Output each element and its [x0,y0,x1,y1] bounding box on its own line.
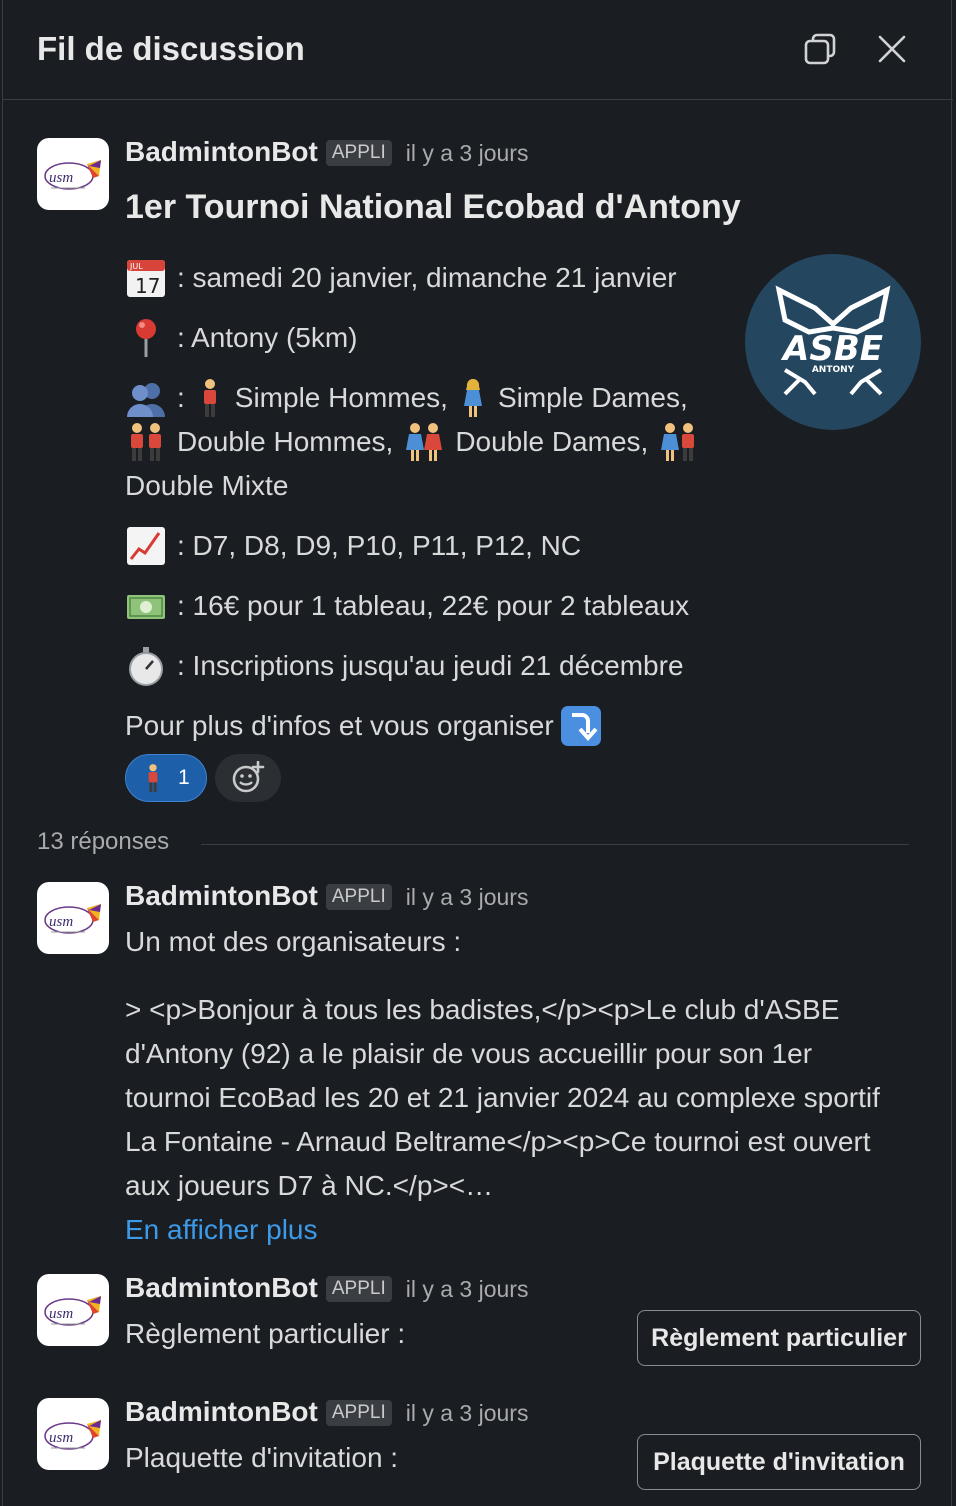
registration-line: : Inscriptions jusqu'au jeudi 21 décembr… [125,644,684,688]
date-line: JUL 17 : samedi 20 janvier, dimanche 21 … [125,256,677,300]
man-icon [148,764,158,792]
tournament-title: 1er Tournoi National Ecobad d'Antony [125,188,741,226]
author-name[interactable]: BadmintonBot [125,136,318,168]
invitation-button[interactable]: Plaquette d'invitation [637,1434,921,1490]
pushpin-icon [125,317,167,359]
author-name[interactable]: BadmintonBot [125,1396,318,1428]
thread-panel: Fil de discussion usm BadmintonBot APPLI… [2,0,953,1506]
add-reaction-button[interactable] [215,754,281,802]
location-line: : Antony (5km) [125,316,358,360]
events-line-3: Double Mixte [125,464,288,508]
couple-icon [658,421,700,463]
message-meta: BadmintonBot APPLI il y a 3 jours [125,136,528,169]
close-icon[interactable] [873,30,911,68]
open-in-window-icon[interactable] [801,30,839,68]
levels-text: : D7, D8, D9, P10, P11, P12, NC [177,530,582,561]
events-line-1: : Simple Hommes, Simple Dames, [125,376,688,420]
asbe-logo: ASBE ANTONY [745,254,921,430]
app-badge: APPLI [325,1400,392,1426]
more-info-text: Pour plus d'infos et vous organiser [125,710,554,741]
event-double-women: Double Dames, [455,426,649,457]
organizer-quote: > <p>Bonjour à tous les badistes,</p><p>… [125,994,880,1201]
timestamp[interactable]: il y a 3 jours [406,1276,529,1303]
avatar[interactable]: usm [37,1274,109,1346]
price-text: : 16€ pour 1 tableau, 22€ pour 2 tableau… [177,590,690,621]
chart-increasing-icon [125,525,167,567]
timestamp[interactable]: il y a 3 jours [406,1400,529,1427]
registration-text: : Inscriptions jusqu'au jeudi 21 décembr… [177,650,684,681]
add-emoji-icon [232,761,265,793]
event-double-men: Double Hommes, [177,426,394,457]
show-more-link[interactable]: En afficher plus [125,1208,318,1252]
euro-banknote-icon [125,585,167,627]
thread-header: Fil de discussion [3,0,953,100]
svg-text:ASBE: ASBE [780,329,883,369]
stopwatch-icon [125,645,167,687]
busts-icon [125,377,167,419]
reaction-man[interactable]: 1 [125,754,207,802]
message-meta: BadmintonBot APPLI il y a 3 jours [125,880,528,913]
avatar[interactable]: usm [37,1398,109,1470]
app-badge: APPLI [325,140,392,166]
avatar-text: usm [49,170,73,186]
avatar-text: usm [49,914,73,930]
avatar-text: usm [49,1306,73,1322]
woman-icon [458,377,488,419]
avatar[interactable]: usm [37,138,109,210]
event-simple-men: Simple Hommes, [234,382,448,413]
author-name[interactable]: BadmintonBot [125,880,318,912]
arrow-down-icon [560,705,602,747]
price-line: : 16€ pour 1 tableau, 22€ pour 2 tableau… [125,584,689,628]
avatar-text: usm [49,1430,73,1446]
message-meta: BadmintonBot APPLI il y a 3 jours [125,1396,528,1429]
timestamp[interactable]: il y a 3 jours [406,884,529,911]
message-meta: BadmintonBot APPLI il y a 3 jours [125,1272,528,1305]
app-badge: APPLI [325,1276,392,1302]
svg-text:JUL: JUL [129,262,143,271]
message-text: Un mot des organisateurs : [125,926,462,957]
replies-divider [201,844,909,845]
timestamp[interactable]: il y a 3 jours [406,140,529,167]
replies-count: 13 réponses [37,828,170,855]
two-men-icon [125,421,167,463]
avatar[interactable]: usm [37,882,109,954]
reaction-count: 1 [178,766,190,789]
date-text: : samedi 20 janvier, dimanche 21 janvier [177,262,677,293]
svg-text:ANTONY: ANTONY [812,365,855,375]
event-simple-women: Simple Dames, [497,382,688,413]
man-icon [195,377,225,419]
location-text: : Antony (5km) [177,322,358,353]
calendar-icon: JUL 17 [125,257,167,299]
message-text: Plaquette d'invitation : [125,1442,399,1473]
more-info-line: Pour plus d'infos et vous organiser [125,704,602,748]
two-women-icon [403,421,445,463]
app-badge: APPLI [325,884,392,910]
events-line-2: Double Hommes, Double Dames, [125,420,710,464]
message-text: Règlement particulier : [125,1318,406,1349]
event-double-mixed: Double Mixte [125,470,289,501]
rules-button[interactable]: Règlement particulier [637,1310,921,1366]
thread-title: Fil de discussion [37,30,305,67]
levels-line: : D7, D8, D9, P10, P11, P12, NC [125,524,581,568]
svg-text:17: 17 [135,274,160,298]
author-name[interactable]: BadmintonBot [125,1272,318,1304]
